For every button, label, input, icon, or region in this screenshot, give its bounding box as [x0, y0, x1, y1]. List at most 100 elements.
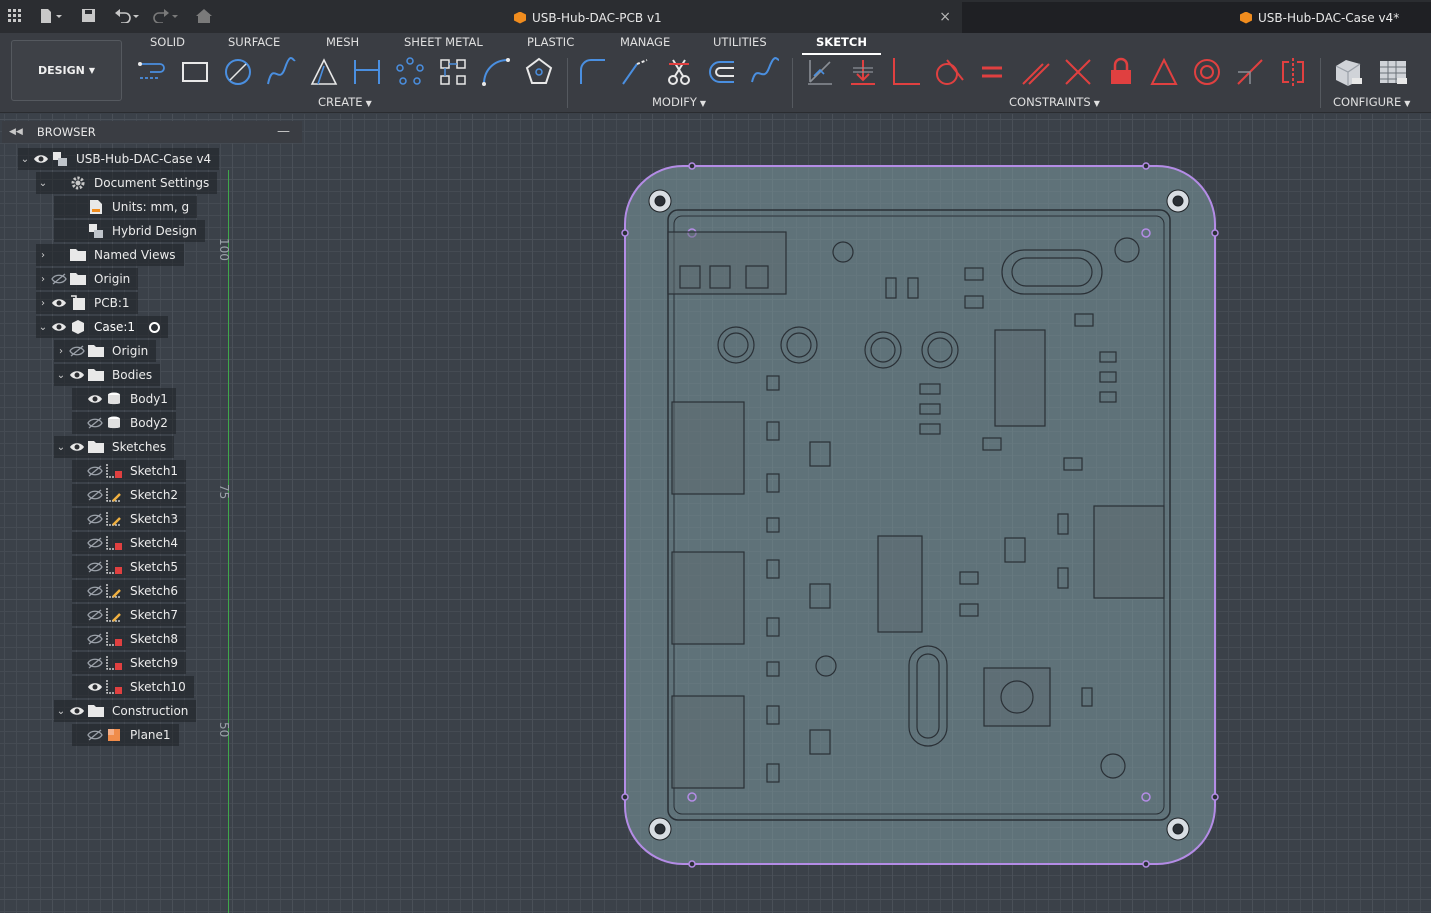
collinear-constraint-icon[interactable] — [1233, 55, 1267, 89]
visibility-eye-icon[interactable] — [50, 298, 68, 308]
intersect-icon[interactable] — [846, 55, 880, 89]
browser-item[interactable]: Sketch5 — [72, 556, 187, 578]
browser-item[interactable]: Body1 — [72, 388, 176, 410]
browser-item[interactable]: Plane1 — [72, 724, 179, 746]
tab-manage[interactable]: MANAGE — [620, 35, 670, 51]
workspace-switcher-button[interactable]: DESIGN ▼ — [11, 40, 122, 101]
activate-component-icon[interactable] — [149, 321, 161, 333]
browser-item[interactable]: Sketch3 — [72, 508, 187, 530]
scissors-icon[interactable] — [662, 55, 696, 89]
dimension-tool-icon[interactable] — [350, 55, 384, 89]
rectangular-pattern-icon[interactable] — [436, 55, 470, 89]
circular-pattern-icon[interactable] — [393, 55, 427, 89]
coincident-constraint-icon[interactable] — [889, 55, 923, 89]
polygon-tool-icon[interactable] — [522, 55, 556, 89]
chevron-down-icon[interactable]: ⌄ — [36, 322, 50, 333]
browser-item[interactable]: Sketch9 — [72, 652, 187, 674]
fillet-tool-icon[interactable] — [576, 55, 610, 89]
tab-plastic[interactable]: PLASTIC — [527, 35, 574, 51]
browser-item[interactable]: ⌄ Document Settings — [36, 172, 218, 194]
browser-item[interactable]: Sketch7 — [72, 604, 187, 626]
app-grid-icon[interactable] — [8, 6, 22, 26]
document-tab-case[interactable]: USB-Hub-DAC-Case v4* — [962, 2, 1431, 33]
modify-menu-button[interactable]: MODIFY ▼ — [652, 95, 706, 109]
hidden-eye-icon[interactable] — [86, 537, 104, 549]
browser-item[interactable]: Sketch4 — [72, 532, 187, 554]
visibility-eye-icon[interactable] — [32, 154, 50, 164]
hidden-eye-icon[interactable] — [50, 273, 68, 285]
tangent-constraint-icon[interactable] — [932, 55, 966, 89]
visibility-eye-icon[interactable] — [86, 394, 104, 404]
save-icon[interactable] — [82, 6, 96, 26]
hidden-eye-icon[interactable] — [86, 609, 104, 621]
chevron-right-icon[interactable]: › — [36, 274, 50, 285]
parallel-constraint-icon[interactable] — [1018, 55, 1052, 89]
tab-solid[interactable]: SOLID — [150, 35, 185, 51]
hidden-eye-icon[interactable] — [86, 561, 104, 573]
rectangle-tool-icon[interactable] — [178, 55, 212, 89]
tab-sketch[interactable]: SKETCH — [802, 35, 881, 55]
browser-item[interactable]: › Named Views — [36, 244, 184, 266]
sketch-drawing[interactable] — [600, 140, 1240, 900]
minimize-icon[interactable]: — — [277, 124, 290, 139]
hidden-eye-icon[interactable] — [86, 489, 104, 501]
perpendicular-constraint-icon[interactable] — [1061, 55, 1095, 89]
browser-item[interactable]: Sketch2 — [72, 484, 187, 506]
circle-tool-icon[interactable] — [221, 55, 255, 89]
configure-menu-button[interactable]: CONFIGURE ▼ — [1333, 95, 1410, 109]
document-tab-pcb[interactable]: USB-Hub-DAC-PCB v1 × — [268, 2, 961, 33]
redo-icon[interactable] — [150, 6, 180, 26]
hidden-eye-icon[interactable] — [86, 729, 104, 741]
chevron-right-icon[interactable]: › — [36, 250, 50, 261]
equal-constraint-icon[interactable] — [975, 55, 1009, 89]
browser-item[interactable]: ⌄ Case:1 — [36, 316, 169, 338]
undo-icon[interactable] — [114, 6, 140, 26]
close-tab-icon[interactable]: × — [939, 9, 951, 25]
offset-tool-icon[interactable] — [705, 55, 739, 89]
browser-item[interactable]: Sketch8 — [72, 628, 187, 650]
chevron-right-icon[interactable]: › — [54, 346, 68, 357]
browser-item[interactable]: ⌄ Sketches — [54, 436, 175, 458]
browser-item[interactable]: › PCB:1 — [36, 292, 138, 314]
visibility-eye-icon[interactable] — [68, 442, 86, 452]
chevron-right-icon[interactable]: › — [36, 298, 50, 309]
visibility-eye-icon[interactable] — [68, 370, 86, 380]
hidden-eye-icon[interactable] — [68, 345, 86, 357]
line-tool-icon[interactable] — [135, 55, 169, 89]
concentric-constraint-icon[interactable] — [1190, 55, 1224, 89]
browser-item[interactable]: Sketch1 — [72, 460, 187, 482]
browser-item[interactable]: Hybrid Design — [54, 220, 205, 242]
chevron-down-icon[interactable]: ⌄ — [54, 370, 68, 381]
hidden-eye-icon[interactable] — [86, 633, 104, 645]
home-icon[interactable] — [196, 6, 212, 26]
browser-item[interactable]: › Origin — [36, 268, 139, 290]
visibility-eye-icon[interactable] — [50, 322, 68, 332]
hidden-eye-icon[interactable] — [86, 657, 104, 669]
chevron-down-icon[interactable]: ⌄ — [18, 154, 32, 165]
browser-item[interactable]: › Origin — [54, 340, 157, 362]
collapse-panel-icon[interactable]: ◀◀ — [9, 127, 23, 137]
browser-item[interactable]: Sketch6 — [72, 580, 187, 602]
midpoint-constraint-icon[interactable] — [1147, 55, 1181, 89]
configuration-table-icon[interactable] — [1376, 55, 1410, 89]
browser-item[interactable]: ⌄ USB-Hub-DAC-Case v4 — [18, 148, 220, 170]
browser-item[interactable]: Body2 — [72, 412, 176, 434]
visibility-eye-icon[interactable] — [86, 682, 104, 692]
create-menu-button[interactable]: CREATE ▼ — [318, 95, 372, 109]
hidden-eye-icon[interactable] — [86, 465, 104, 477]
hidden-eye-icon[interactable] — [86, 417, 104, 429]
project-geometry-icon[interactable] — [803, 55, 837, 89]
visibility-eye-icon[interactable] — [68, 706, 86, 716]
fix-constraint-icon[interactable] — [1104, 55, 1138, 89]
browser-item[interactable]: Sketch10 — [72, 676, 194, 698]
browser-item[interactable]: Units: mm, g — [54, 196, 198, 218]
configure-model-icon[interactable] — [1331, 55, 1365, 89]
tab-utilities[interactable]: UTILITIES — [713, 35, 767, 51]
sketch-scale-icon[interactable] — [748, 55, 782, 89]
chevron-down-icon[interactable]: ⌄ — [54, 442, 68, 453]
arc-tool-icon[interactable] — [479, 55, 513, 89]
browser-item[interactable]: ⌄ Construction — [54, 700, 197, 722]
file-menu-icon[interactable] — [40, 6, 62, 26]
tab-surface[interactable]: SURFACE — [228, 35, 280, 51]
tab-sheet-metal[interactable]: SHEET METAL — [404, 35, 483, 51]
